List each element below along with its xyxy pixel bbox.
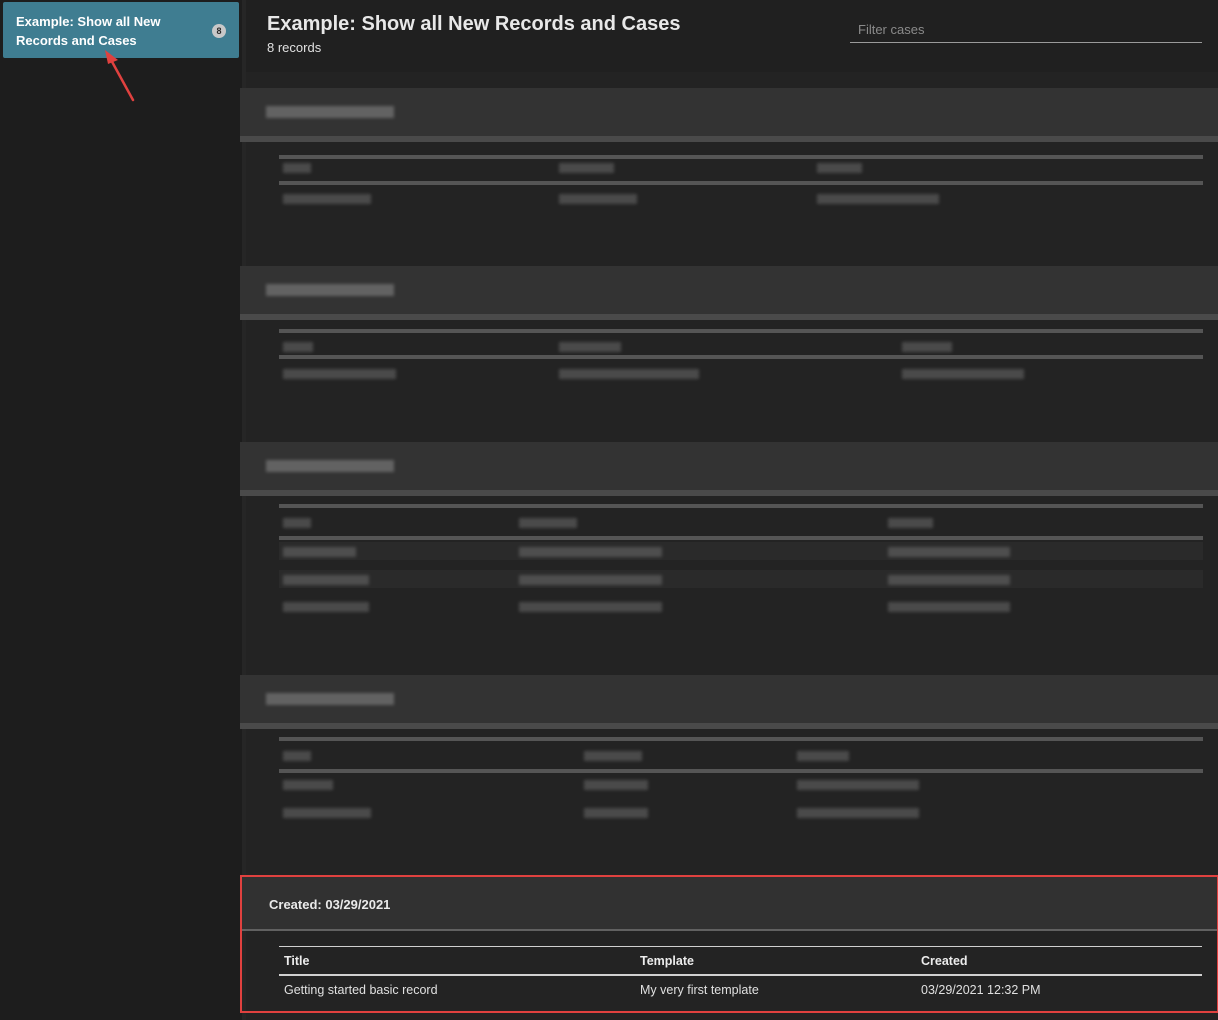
blurred-group bbox=[240, 266, 1218, 416]
blurred-text bbox=[559, 163, 614, 173]
blurred-group-header[interactable] bbox=[240, 266, 1218, 320]
column-header-title[interactable]: Title bbox=[284, 954, 309, 968]
table-rule bbox=[279, 355, 1203, 359]
blurred-group bbox=[240, 442, 1218, 642]
cell-template: My very first template bbox=[640, 983, 759, 997]
view-item-label: Example: Show all New Records and Cases bbox=[16, 14, 161, 48]
blurred-group-title bbox=[266, 693, 394, 705]
blurred-text bbox=[797, 751, 849, 761]
table-rule bbox=[279, 737, 1203, 741]
blurred-group-header[interactable] bbox=[240, 675, 1218, 729]
view-item-new-records[interactable]: Example: Show all New Records and Cases … bbox=[3, 2, 239, 58]
blurred-text bbox=[559, 194, 637, 204]
table-rule bbox=[279, 504, 1203, 508]
blurred-group-title bbox=[266, 284, 394, 296]
case-group-header[interactable]: Created: 03/29/2021 bbox=[241, 875, 1218, 929]
blurred-text bbox=[283, 342, 313, 352]
case-group: Created: 03/29/2021 Title Template Creat… bbox=[241, 875, 1218, 1011]
blurred-group-title bbox=[266, 106, 394, 118]
blurred-text bbox=[283, 163, 311, 173]
blurred-group bbox=[240, 675, 1218, 845]
filter-cases-input[interactable] bbox=[850, 18, 1202, 40]
blurred-text bbox=[519, 602, 662, 612]
blurred-text bbox=[817, 163, 862, 173]
table-rule bbox=[279, 536, 1203, 540]
blurred-text bbox=[519, 518, 577, 528]
blurred-text bbox=[283, 547, 356, 557]
cell-created: 03/29/2021 12:32 PM bbox=[921, 983, 1041, 997]
table-rule bbox=[279, 155, 1203, 159]
table-rule bbox=[279, 769, 1203, 773]
blurred-text bbox=[283, 518, 311, 528]
blurred-text bbox=[559, 369, 699, 379]
column-header-created[interactable]: Created bbox=[921, 954, 968, 968]
blurred-text bbox=[283, 780, 333, 790]
blurred-text bbox=[283, 575, 369, 585]
column-header-template[interactable]: Template bbox=[640, 954, 694, 968]
blurred-text bbox=[283, 602, 369, 612]
blurred-text bbox=[902, 342, 952, 352]
group-title: Created: 03/29/2021 bbox=[269, 897, 391, 912]
blurred-text bbox=[902, 369, 1024, 379]
blurred-text bbox=[888, 518, 933, 528]
blurred-text bbox=[283, 751, 311, 761]
blurred-group bbox=[240, 88, 1218, 238]
blurred-group-title bbox=[266, 460, 394, 472]
blurred-text bbox=[283, 369, 396, 379]
blurred-text bbox=[888, 602, 1010, 612]
sidebar: Example: Show all New Records and Cases … bbox=[0, 0, 242, 1020]
group-divider bbox=[241, 929, 1218, 931]
blurred-group-header[interactable] bbox=[240, 442, 1218, 496]
view-item-count-badge: 8 bbox=[212, 24, 226, 38]
page-title: Example: Show all New Records and Cases bbox=[267, 13, 681, 35]
blurred-group-header[interactable] bbox=[240, 88, 1218, 142]
table-rule bbox=[279, 329, 1203, 333]
blurred-text bbox=[519, 547, 662, 557]
main-pane: Example: Show all New Records and Cases … bbox=[240, 0, 1218, 1020]
record-count: 8 records bbox=[267, 40, 322, 55]
cell-title[interactable]: Getting started basic record bbox=[284, 983, 438, 997]
filter-cases-field[interactable] bbox=[850, 18, 1202, 43]
blurred-text bbox=[797, 780, 919, 790]
page-header: Example: Show all New Records and Cases … bbox=[246, 0, 1218, 72]
blurred-text bbox=[797, 808, 919, 818]
blurred-text bbox=[584, 780, 648, 790]
blurred-text bbox=[584, 808, 648, 818]
blurred-text bbox=[283, 194, 371, 204]
blurred-text bbox=[584, 751, 642, 761]
blurred-text bbox=[888, 547, 1010, 557]
table-rule bbox=[279, 181, 1203, 185]
blurred-text bbox=[519, 575, 662, 585]
blurred-text bbox=[283, 808, 371, 818]
blurred-text bbox=[817, 194, 939, 204]
blurred-text bbox=[559, 342, 621, 352]
blurred-text bbox=[888, 575, 1010, 585]
